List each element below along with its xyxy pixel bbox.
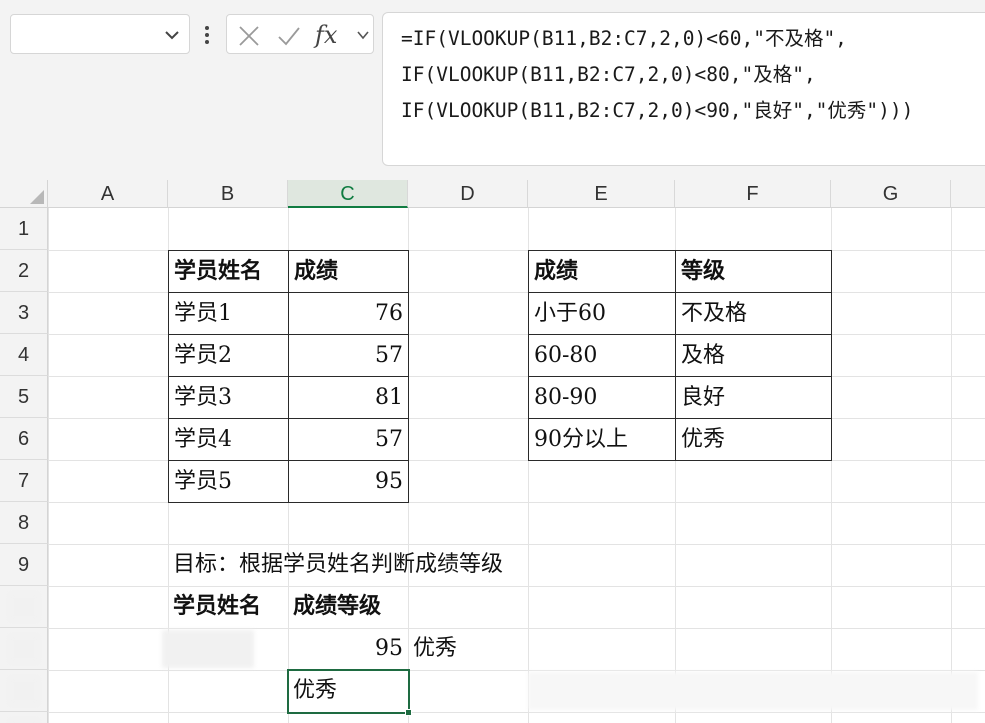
student-name-cell[interactable]: 学员5 (168, 460, 289, 503)
gridline (48, 670, 985, 671)
row-header-3[interactable]: 3 (0, 292, 48, 334)
student-name-cell[interactable]: 学员3 (168, 376, 289, 419)
query-header-grade[interactable]: 成绩等级 (288, 586, 408, 628)
column-header-g[interactable]: G (831, 180, 951, 208)
row-header-2[interactable]: 2 (0, 250, 48, 292)
student-score-cell[interactable]: 95 (288, 460, 409, 503)
formula-line: =IF(VLOOKUP(B11,B2:C7,2,0)<60,"不及格", (401, 27, 847, 50)
gridline (48, 208, 49, 723)
chevron-down-icon[interactable] (163, 26, 181, 44)
row-header-8[interactable]: 8 (0, 502, 48, 544)
header-student-name[interactable]: 学员姓名 (168, 250, 289, 293)
student-score-cell[interactable]: 57 (288, 334, 409, 377)
grade-range-cell[interactable]: 90分以上 (528, 418, 676, 461)
row-header-6[interactable]: 6 (0, 418, 48, 460)
grade-range-cell[interactable]: 80-90 (528, 376, 676, 419)
grade-range-cell[interactable]: 60-80 (528, 334, 676, 377)
header-grade-level[interactable]: 等级 (675, 250, 832, 293)
redacted-region (10, 636, 38, 662)
grade-level-cell[interactable]: 及格 (675, 334, 832, 377)
header-grade-range[interactable]: 成绩 (528, 250, 676, 293)
formula-controls: fx (226, 14, 374, 54)
name-box[interactable] (10, 14, 190, 54)
redacted-region (10, 678, 38, 704)
redacted-region (10, 594, 38, 620)
redacted-region (162, 630, 254, 668)
row-header-4[interactable]: 4 (0, 334, 48, 376)
formula-line: IF(VLOOKUP(B11,B2:C7,2,0)<90,"良好","优秀"))… (401, 99, 914, 122)
student-score-cell[interactable]: 81 (288, 376, 409, 419)
query-header-name[interactable]: 学员姓名 (168, 586, 288, 628)
select-all-button[interactable] (0, 180, 48, 208)
student-name-cell[interactable]: 学员4 (168, 418, 289, 461)
spreadsheet-grid: ABCDEFG 123456789 学员姓名 成绩 学员1 76 学员2 57 学员3 81 学… (0, 180, 985, 723)
chevron-down-icon[interactable] (355, 27, 371, 43)
active-cell-selection[interactable] (287, 669, 410, 714)
grade-range-cell[interactable]: 小于60 (528, 292, 676, 335)
grade-level-cell[interactable]: 优秀 (675, 418, 832, 461)
column-header-e[interactable]: E (528, 180, 675, 208)
column-header-b[interactable]: B (168, 180, 288, 208)
column-header-f[interactable]: F (675, 180, 831, 208)
column-header-filler (951, 180, 985, 208)
student-score-cell[interactable]: 57 (288, 418, 409, 461)
column-header-a[interactable]: A (48, 180, 168, 208)
formula-bar-area: fx =IF(VLOOKUP(B11,B2:C7,2,0)<60,"不及格", I… (0, 0, 985, 180)
row-header-5[interactable]: 5 (0, 376, 48, 418)
row-header-1[interactable]: 1 (0, 208, 48, 250)
fill-handle[interactable] (405, 709, 412, 716)
gridline (951, 208, 952, 723)
student-name-cell[interactable]: 学员1 (168, 292, 289, 335)
row-header-obscured[interactable] (0, 586, 48, 628)
formula-input[interactable]: =IF(VLOOKUP(B11,B2:C7,2,0)<60,"不及格", IF(V… (382, 12, 985, 166)
header-score[interactable]: 成绩 (288, 250, 409, 293)
query-score-grade-cell[interactable]: 优秀 (408, 628, 528, 670)
insert-function-button[interactable]: fx (315, 23, 355, 47)
more-options-icon[interactable] (200, 24, 214, 46)
column-header-d[interactable]: D (408, 180, 528, 208)
row-header-obscured[interactable] (0, 712, 48, 723)
column-header-c[interactable]: C (288, 180, 408, 208)
grade-level-cell[interactable]: 良好 (675, 376, 832, 419)
row-header-obscured[interactable] (0, 628, 48, 670)
grade-level-cell[interactable]: 不及格 (675, 292, 832, 335)
cell-area[interactable]: 学员姓名 成绩 学员1 76 学员2 57 学员3 81 学员4 57 学员5 95 成绩 等级 小于60 不… (48, 208, 985, 723)
check-icon[interactable] (277, 24, 301, 48)
formula-line: IF(VLOOKUP(B11,B2:C7,2,0)<80,"及格", (401, 63, 816, 86)
redacted-region (528, 672, 978, 710)
cancel-icon[interactable] (237, 24, 261, 48)
gridline (48, 712, 985, 713)
row-header-obscured[interactable] (0, 670, 48, 712)
goal-text[interactable]: 目标：根据学员姓名判断成绩等级 (168, 544, 588, 586)
row-header-7[interactable]: 7 (0, 460, 48, 502)
query-score-cell[interactable]: 95 (288, 628, 408, 670)
formula-text[interactable]: =IF(VLOOKUP(B11,B2:C7,2,0)<60,"不及格", IF(V… (401, 21, 913, 129)
student-name-cell[interactable]: 学员2 (168, 334, 289, 377)
row-header-9[interactable]: 9 (0, 544, 48, 586)
student-score-cell[interactable]: 76 (288, 292, 409, 335)
